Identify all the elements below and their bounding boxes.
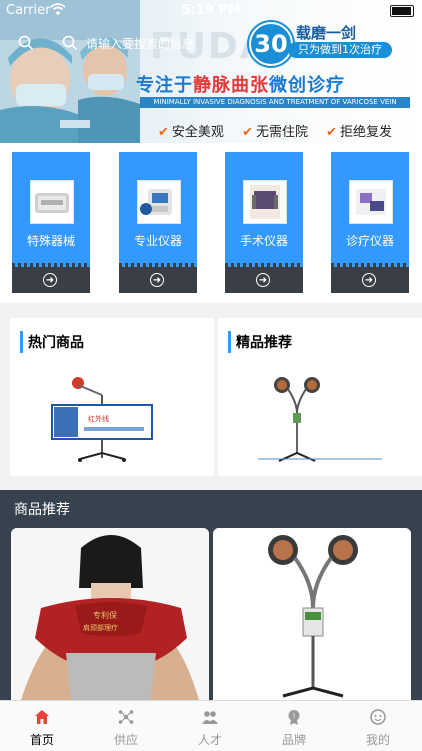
brand-icon: !: [288, 710, 300, 725]
featured-products-title: 精品推荐: [236, 335, 292, 351]
instrument-box-icon: [30, 180, 74, 224]
people-icon: [202, 711, 218, 724]
title-accent-bar: [228, 331, 231, 353]
svg-text:!: !: [293, 712, 296, 720]
svg-text:专利保: 专利保: [93, 610, 117, 620]
search-icon[interactable]: [18, 35, 34, 51]
search-input-icon: [62, 35, 78, 51]
category-tile-professional-instruments[interactable]: 专业仪器 ➜: [119, 152, 197, 293]
home-icon: [35, 710, 49, 724]
category-row: 特殊器械 ➜ 专业仪器 ➜ 手术仪器 ➜ 诊疗仪器 ➜: [0, 143, 422, 303]
category-tile-special-instruments[interactable]: 特殊器械 ➜: [12, 152, 90, 293]
check-icon: ✔: [326, 125, 338, 140]
tab-label: 首页: [29, 733, 54, 747]
banner-headline: 专注于静脉曲张微创诊疗: [136, 71, 345, 97]
tab-home[interactable]: 首页: [0, 701, 84, 751]
supply-icon: [118, 710, 134, 724]
check-icon: ✔: [242, 125, 253, 140]
headline-highlight: 静脉曲张: [193, 75, 269, 96]
hot-products-title: 热门商品: [28, 335, 84, 351]
recommend-section: 商品推荐 专利保 肩颈部理疗: [0, 490, 422, 700]
tab-label: 品牌: [281, 733, 306, 747]
arrow-right-icon[interactable]: ➜: [256, 273, 270, 287]
feature-item: ✔ 拒绝复发: [326, 125, 393, 140]
category-label: 诊疗仪器: [345, 234, 394, 248]
tile-footer: ➜: [331, 267, 409, 293]
feature-item: ✔ 无需住院: [242, 125, 308, 140]
featured-product-image: [258, 377, 382, 462]
diagnostic-device-icon: [349, 180, 393, 224]
featured-products-card[interactable]: 精品推荐: [218, 318, 422, 476]
tile-footer: ➜: [119, 267, 197, 293]
tab-brand[interactable]: ! 品牌: [252, 701, 336, 751]
tab-label: 我的: [365, 733, 390, 747]
product-card[interactable]: [213, 528, 411, 700]
category-tile-surgical-instruments[interactable]: 手术仪器 ➜: [225, 152, 303, 293]
banner-slogan: 载磨一剑: [296, 24, 357, 42]
arrow-right-icon[interactable]: ➜: [43, 273, 57, 287]
battery-icon: [390, 5, 414, 17]
search-bar[interactable]: 请输入要搜索的信息: [14, 31, 214, 55]
tile-footer: ➜: [225, 267, 303, 293]
category-tile-diagnostic-instruments[interactable]: 诊疗仪器 ➜: [331, 152, 409, 293]
arrow-right-icon[interactable]: ➜: [150, 273, 164, 287]
svg-text:红外线: 红外线: [88, 414, 109, 423]
tab-label: 人才: [197, 733, 222, 747]
arrow-right-icon[interactable]: ➜: [362, 273, 376, 287]
hot-product-image: 红外线: [51, 377, 153, 462]
category-label: 专业仪器: [133, 234, 182, 248]
clock: 5:19 PM: [181, 3, 241, 18]
banner-features: ✔ 安全美观 ✔ 无需住院 ✔ 拒绝复发: [158, 121, 406, 140]
recommend-title: 商品推荐: [14, 502, 70, 518]
surgical-device-icon: [243, 180, 287, 224]
check-icon: ✔: [158, 125, 169, 140]
profile-icon: [370, 709, 386, 725]
hot-products-card[interactable]: 热门商品 红外线: [10, 318, 214, 476]
search-input[interactable]: 请输入要搜索的信息: [86, 35, 194, 52]
tab-supply[interactable]: 供应: [84, 701, 168, 751]
banner-slogan-sub: 只为做到1次治疗: [288, 42, 392, 58]
category-label: 特殊器械: [26, 234, 75, 248]
headline-part-3: 微创诊疗: [269, 75, 345, 96]
badge-number: 30: [249, 22, 293, 66]
product-image-shoulder-pad: 专利保 肩颈部理疗: [11, 528, 209, 700]
product-image-lamp: [213, 528, 411, 700]
banner-english-subline: MINIMALLY INVASIVE DIAGNOSIS AND TREATME…: [140, 97, 410, 108]
feature-item: ✔ 安全美观: [158, 125, 224, 140]
hot-featured-row: 热门商品 红外线 精品推荐: [0, 318, 422, 476]
title-accent-bar: [20, 331, 23, 353]
tile-footer: ➜: [12, 267, 90, 293]
tab-talent[interactable]: 人才: [168, 701, 252, 751]
blood-pressure-monitor-icon: [137, 180, 181, 224]
status-bar: Carrier 5:19 PM: [0, 0, 422, 22]
tab-profile[interactable]: 我的: [336, 701, 420, 751]
tab-label: 供应: [113, 733, 138, 747]
product-card[interactable]: 专利保 肩颈部理疗: [11, 528, 209, 700]
bottom-tab-bar: 首页 供应 人才 ! 品牌 我的: [0, 700, 422, 751]
headline-part-1: 专注于: [136, 75, 193, 96]
svg-text:肩颈部理疗: 肩颈部理疗: [83, 623, 118, 632]
category-label: 手术仪器: [239, 234, 288, 248]
